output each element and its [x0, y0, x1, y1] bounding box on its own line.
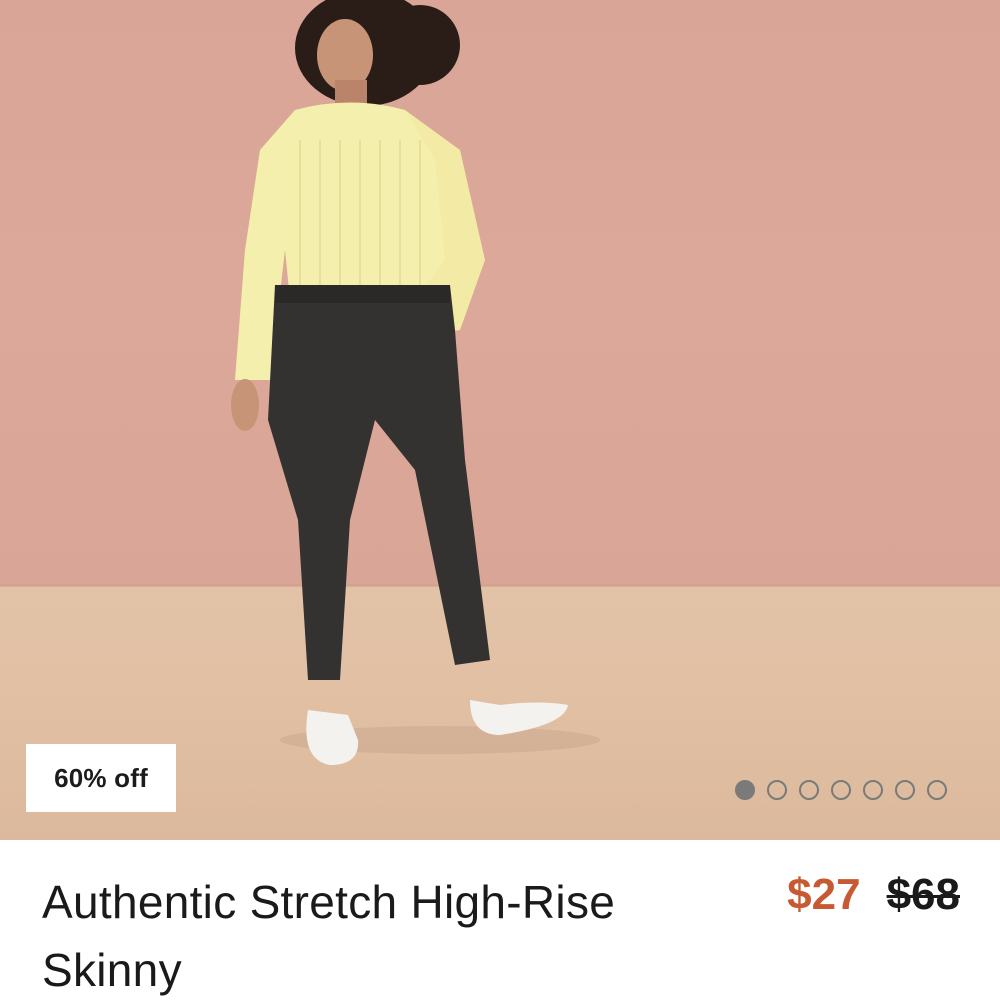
- carousel-dot[interactable]: [767, 780, 787, 800]
- carousel-dot[interactable]: [799, 780, 819, 800]
- discount-badge-text: 60% off: [54, 762, 148, 793]
- carousel-dot[interactable]: [831, 780, 851, 800]
- product-info: Authentic Stretch High-Rise Skinny $27 $…: [0, 840, 1000, 1000]
- product-card[interactable]: 60% off Authentic Stretch High-Rise Skin…: [0, 0, 1000, 1000]
- carousel-dot[interactable]: [927, 780, 947, 800]
- carousel-dot[interactable]: [735, 780, 755, 800]
- original-price: $68: [886, 870, 960, 919]
- carousel-dot[interactable]: [863, 780, 883, 800]
- sale-price: $27: [787, 870, 861, 919]
- carousel-dots[interactable]: [735, 780, 947, 800]
- carousel-dot[interactable]: [895, 780, 915, 800]
- price-group: $27 $68: [787, 870, 960, 920]
- model-illustration: [231, 0, 600, 765]
- discount-badge: 60% off: [26, 744, 176, 812]
- product-title[interactable]: Authentic Stretch High-Rise Skinny: [42, 868, 732, 1000]
- product-image[interactable]: 60% off: [0, 0, 1000, 840]
